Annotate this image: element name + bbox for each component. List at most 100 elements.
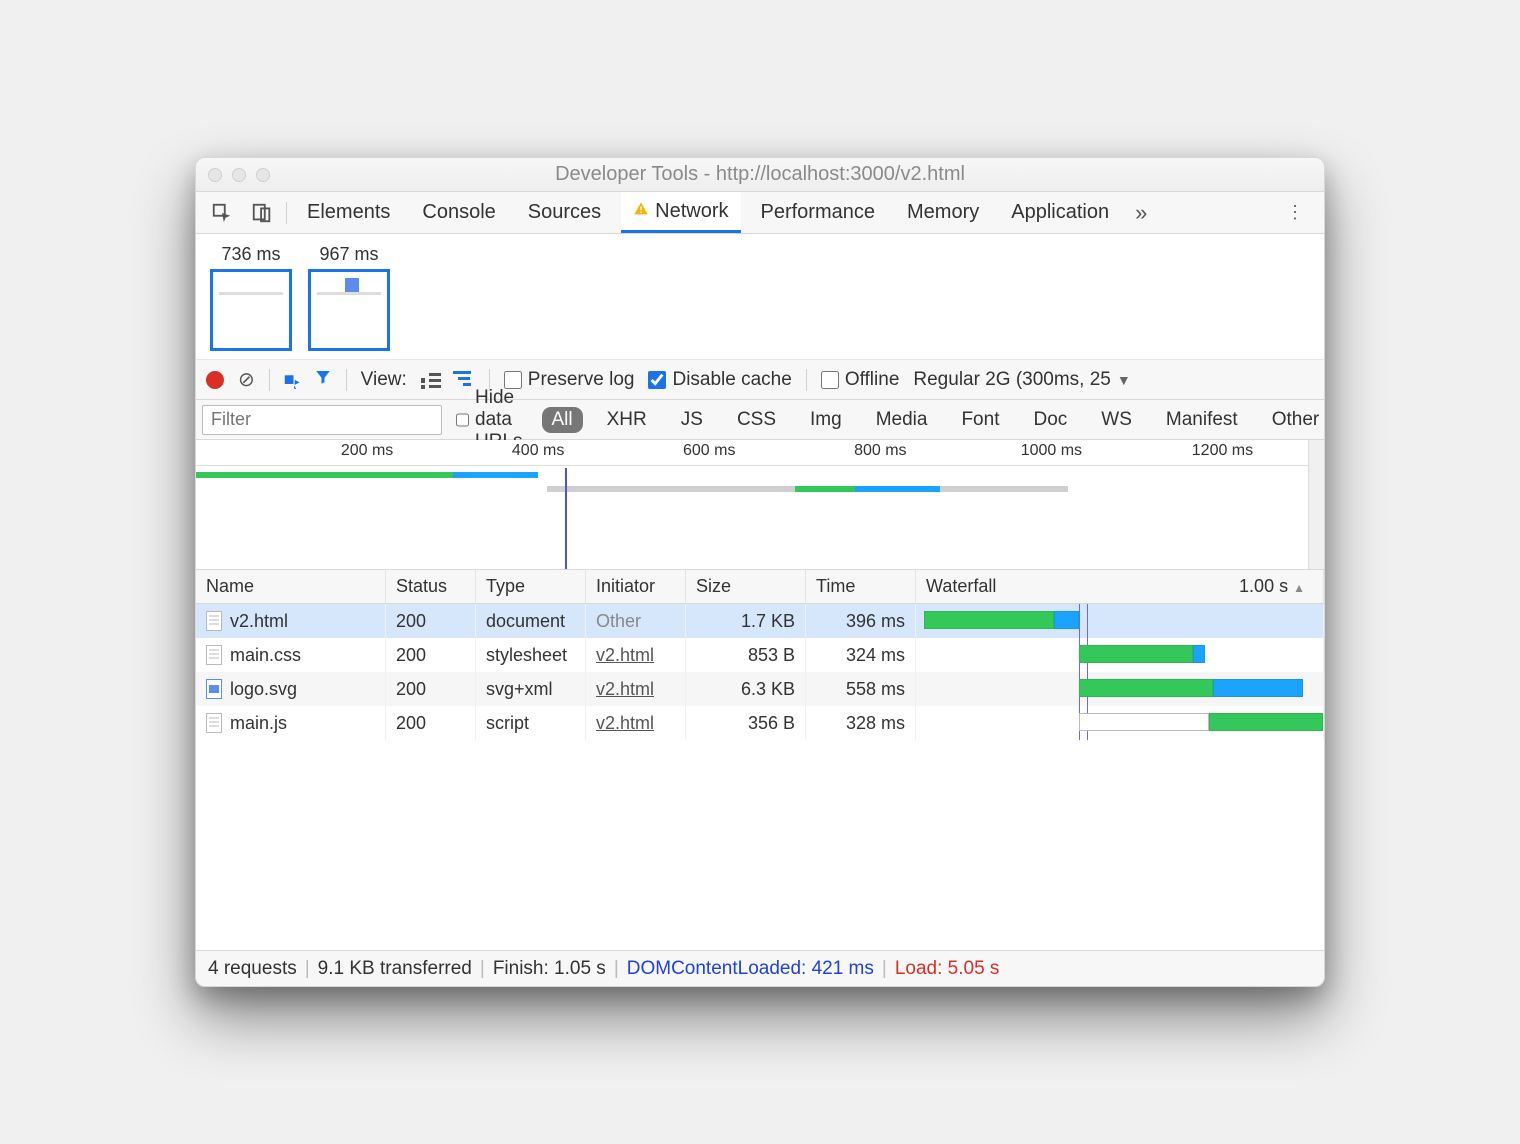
col-type[interactable]: Type [476,570,586,603]
request-time: 324 ms [806,638,916,672]
table-row[interactable]: main.js 200script v2.html 356 B328 ms [196,706,1324,740]
disable-cache-checkbox[interactable]: Disable cache [648,369,791,391]
screenshots-icon[interactable]: ■ͅ▸ [284,369,300,390]
status-load: Load: 5.05 s [895,958,1000,980]
status-domcontentloaded: DOMContentLoaded: 421 ms [627,958,874,980]
offline-checkbox[interactable]: Offline [821,369,900,391]
tab-console[interactable]: Console [410,192,507,233]
filter-bar: Hide data URLs AllXHRJSCSSImgMediaFontDo… [196,400,1324,440]
more-tabs-icon[interactable]: » [1129,200,1153,226]
table-row[interactable]: v2.html200documentOther1.7 KB396 ms [196,604,1324,638]
filter-type-xhr[interactable]: XHR [597,407,657,433]
requests-table: Name Status Type Initiator Size Time Wat… [196,570,1324,950]
settings-kebab-icon[interactable]: ⋮ [1276,202,1314,223]
request-size: 1.7 KB [686,604,806,638]
filter-toggle-icon[interactable] [314,368,332,391]
file-icon [206,645,222,665]
request-type: script [476,706,586,740]
overview-tick: 600 ms [683,442,735,460]
table-row[interactable]: main.css200stylesheetv2.html853 B324 ms [196,638,1324,672]
request-size: 356 B [686,706,806,740]
request-name: main.js [230,713,287,734]
frame-thumbnail [308,269,390,351]
filter-type-manifest[interactable]: Manifest [1156,407,1248,433]
network-toolbar: ⊘ ■ͅ▸ View: Preserve log Disable cache O… [196,360,1324,400]
filter-type-img[interactable]: Img [800,407,852,433]
overview-tick: 1000 ms [1021,442,1082,460]
overview-tick: 1200 ms [1192,442,1253,460]
col-name[interactable]: Name [196,570,386,603]
record-button[interactable] [206,371,224,389]
col-size[interactable]: Size [686,570,806,603]
request-time: 396 ms [806,604,916,638]
overview-tick: 400 ms [512,442,564,460]
request-name: logo.svg [230,679,297,700]
filter-type-css[interactable]: CSS [727,407,786,433]
file-icon [206,713,222,733]
device-toolbar-icon[interactable] [246,197,278,229]
filter-type-font[interactable]: Font [951,407,1009,433]
chevron-down-icon: ▼ [1117,372,1131,388]
filter-type-js[interactable]: JS [671,407,713,433]
request-initiator[interactable]: v2.html [596,679,654,700]
frame-thumbnail [210,269,292,351]
filmstrip: 736 ms 967 ms [196,234,1324,360]
tab-sources[interactable]: Sources [516,192,613,233]
tab-application[interactable]: Application [999,192,1121,233]
view-label: View: [361,369,407,391]
filter-type-media[interactable]: Media [866,407,938,433]
status-requests: 4 requests [208,958,297,980]
request-name: main.css [230,645,301,666]
titlebar: Developer Tools - http://localhost:3000/… [196,158,1324,192]
request-size: 853 B [686,638,806,672]
col-initiator[interactable]: Initiator [586,570,686,603]
filmstrip-frame[interactable]: 736 ms [210,244,292,351]
request-time: 558 ms [806,672,916,706]
request-initiator[interactable]: v2.html [596,713,654,734]
request-waterfall [916,604,1324,638]
request-waterfall [916,638,1324,672]
filter-type-doc[interactable]: Doc [1023,407,1077,433]
file-icon [206,679,222,699]
file-icon [206,611,222,631]
table-row[interactable]: logo.svg200svg+xmlv2.html6.3 KB558 ms [196,672,1324,706]
filmstrip-frame[interactable]: 967 ms [308,244,390,351]
view-detailed-icon[interactable] [421,371,443,389]
request-status: 200 [386,604,476,638]
request-status: 200 [386,706,476,740]
status-finish: Finish: 1.05 s [493,958,606,980]
sort-asc-icon: ▲ [1293,581,1305,595]
tab-network[interactable]: Network [621,192,740,233]
filter-type-other[interactable]: Other [1262,407,1325,433]
request-status: 200 [386,672,476,706]
frame-time: 967 ms [319,244,378,265]
frame-time: 736 ms [221,244,280,265]
window-title: Developer Tools - http://localhost:3000/… [196,163,1324,186]
filter-input[interactable] [202,405,442,435]
request-initiator: Other [596,611,641,632]
clear-button[interactable]: ⊘ [238,367,255,392]
filter-type-ws[interactable]: WS [1091,407,1142,433]
overview-tick: 800 ms [854,442,906,460]
status-bar: 4 requests | 9.1 KB transferred | Finish… [196,950,1324,986]
overview-scrollbar[interactable] [1308,440,1324,569]
request-initiator[interactable]: v2.html [596,645,654,666]
col-status[interactable]: Status [386,570,476,603]
tab-memory[interactable]: Memory [895,192,991,233]
tab-elements[interactable]: Elements [295,192,402,233]
request-time: 328 ms [806,706,916,740]
throttle-dropdown[interactable]: Regular 2G (300ms, 25 ▼ [913,369,1130,391]
col-waterfall[interactable]: Waterfall 1.00 s ▲ [916,570,1324,603]
warning-icon [633,201,649,222]
request-waterfall [916,672,1324,706]
filter-type-all[interactable]: All [542,407,583,433]
table-header: Name Status Type Initiator Size Time Wat… [196,570,1324,604]
col-time[interactable]: Time [806,570,916,603]
inspect-element-icon[interactable] [206,197,238,229]
overview-tick: 200 ms [341,442,393,460]
request-type: stylesheet [476,638,586,672]
overview-timeline[interactable]: 200 ms 400 ms 600 ms 800 ms 1000 ms 1200 ms [196,440,1324,570]
tab-performance[interactable]: Performance [749,192,888,233]
status-transferred: 9.1 KB transferred [318,958,472,980]
request-size: 6.3 KB [686,672,806,706]
